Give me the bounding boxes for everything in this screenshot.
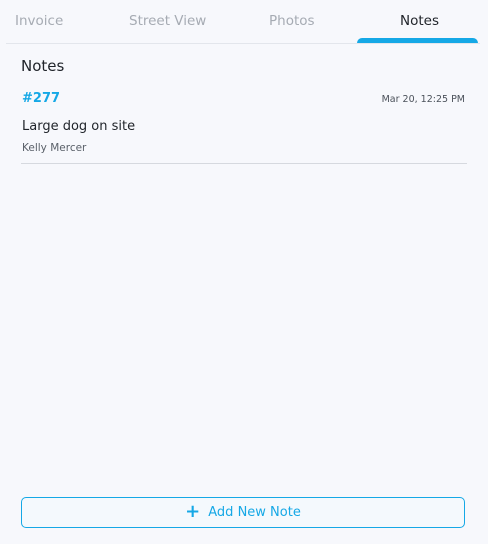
tab-notes[interactable]: Notes [400,13,439,29]
note-text: Large dog on site [22,119,136,134]
tab-bar-divider [6,43,480,44]
add-new-note-button[interactable]: + Add New Note [21,497,465,528]
tab-bar: Invoice Street View Photos Notes [0,0,488,44]
page-title: Notes [21,57,65,75]
add-new-note-label: Add New Note [208,505,301,520]
plus-icon: + [185,500,201,522]
list-item[interactable]: #277 Mar 20, 12:25 PM Large dog on site … [21,85,467,164]
note-id: #277 [22,91,61,106]
tab-photos[interactable]: Photos [269,13,315,29]
tab-street-view[interactable]: Street View [129,13,206,29]
tab-invoice[interactable]: Invoice [15,13,63,29]
note-author: Kelly Mercer [22,142,87,154]
note-timestamp: Mar 20, 12:25 PM [381,94,465,105]
